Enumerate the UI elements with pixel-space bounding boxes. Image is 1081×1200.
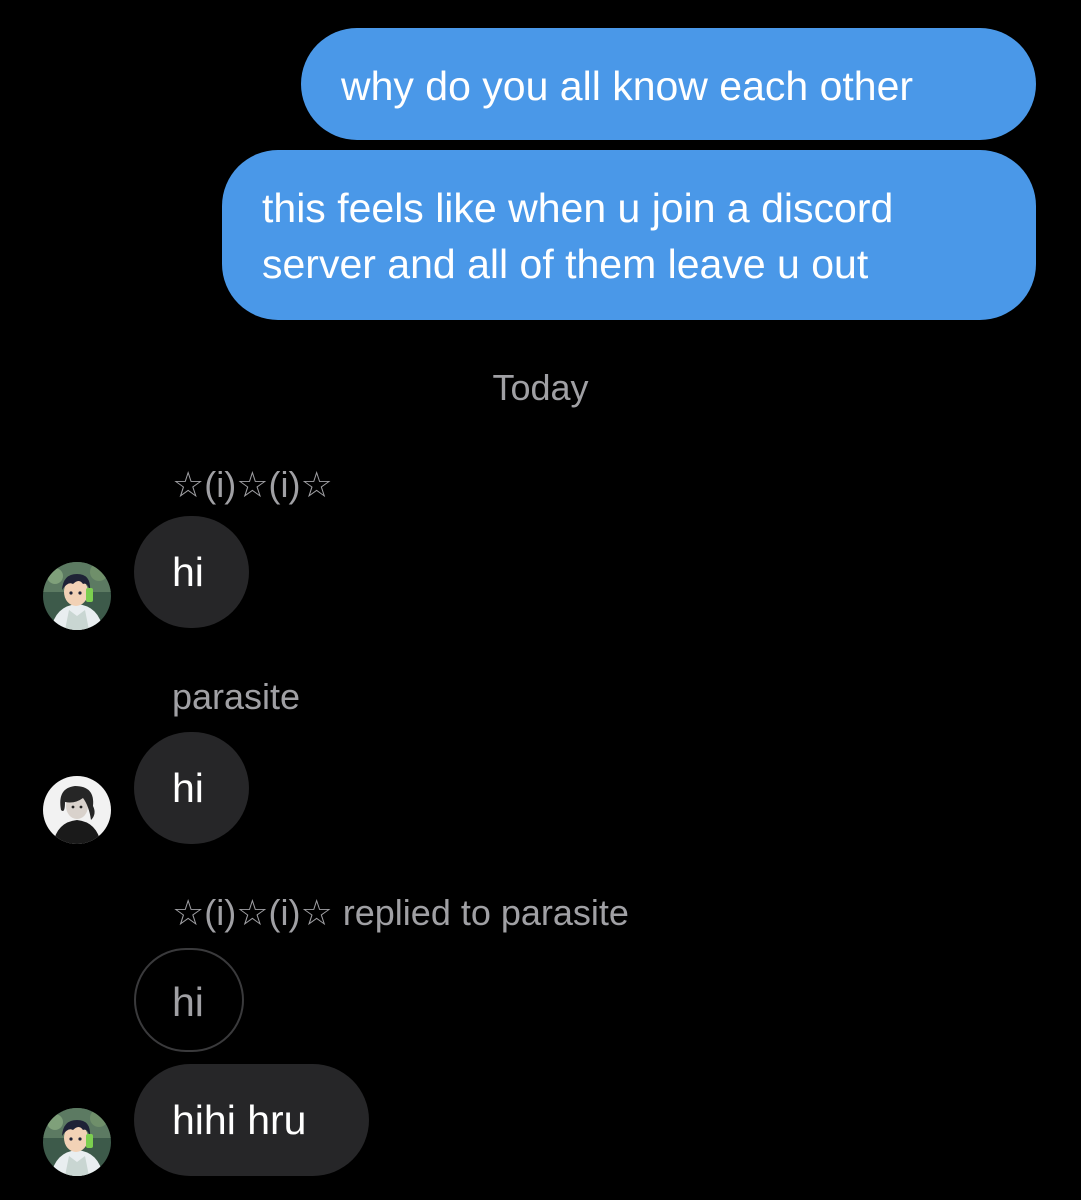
anime-boy-avatar-icon[interactable] [43, 562, 111, 630]
outgoing-message-bubble[interactable]: this feels like when u join a discord se… [222, 150, 1036, 320]
message-text-line: server and all of them leave u out [262, 241, 869, 287]
portrait-avatar-icon[interactable] [43, 776, 111, 844]
message-text: hi [172, 549, 204, 595]
message-text: hihi hru [172, 1097, 307, 1143]
sender-name: parasite [172, 676, 301, 717]
incoming-message-bubble[interactable]: hi [134, 732, 249, 844]
message-text-line: this feels like when u join a discord [262, 185, 894, 231]
sender-name: ☆(i)☆(i)☆ [172, 464, 333, 505]
message-text: why do you all know each other [341, 63, 914, 109]
incoming-message-bubble[interactable]: hi [134, 516, 249, 628]
quoted-message-bubble[interactable]: hi [134, 948, 244, 1052]
anime-boy-avatar-icon[interactable] [43, 1108, 111, 1176]
incoming-message-bubble[interactable]: hihi hru [134, 1064, 369, 1176]
outgoing-message-bubble[interactable]: why do you all know each other [301, 28, 1036, 140]
message-text: hi [172, 765, 204, 811]
reply-header: ☆(i)☆(i)☆ replied to parasite [172, 892, 629, 933]
date-divider: Today [492, 367, 589, 408]
quoted-message-text: hi [172, 979, 204, 1025]
